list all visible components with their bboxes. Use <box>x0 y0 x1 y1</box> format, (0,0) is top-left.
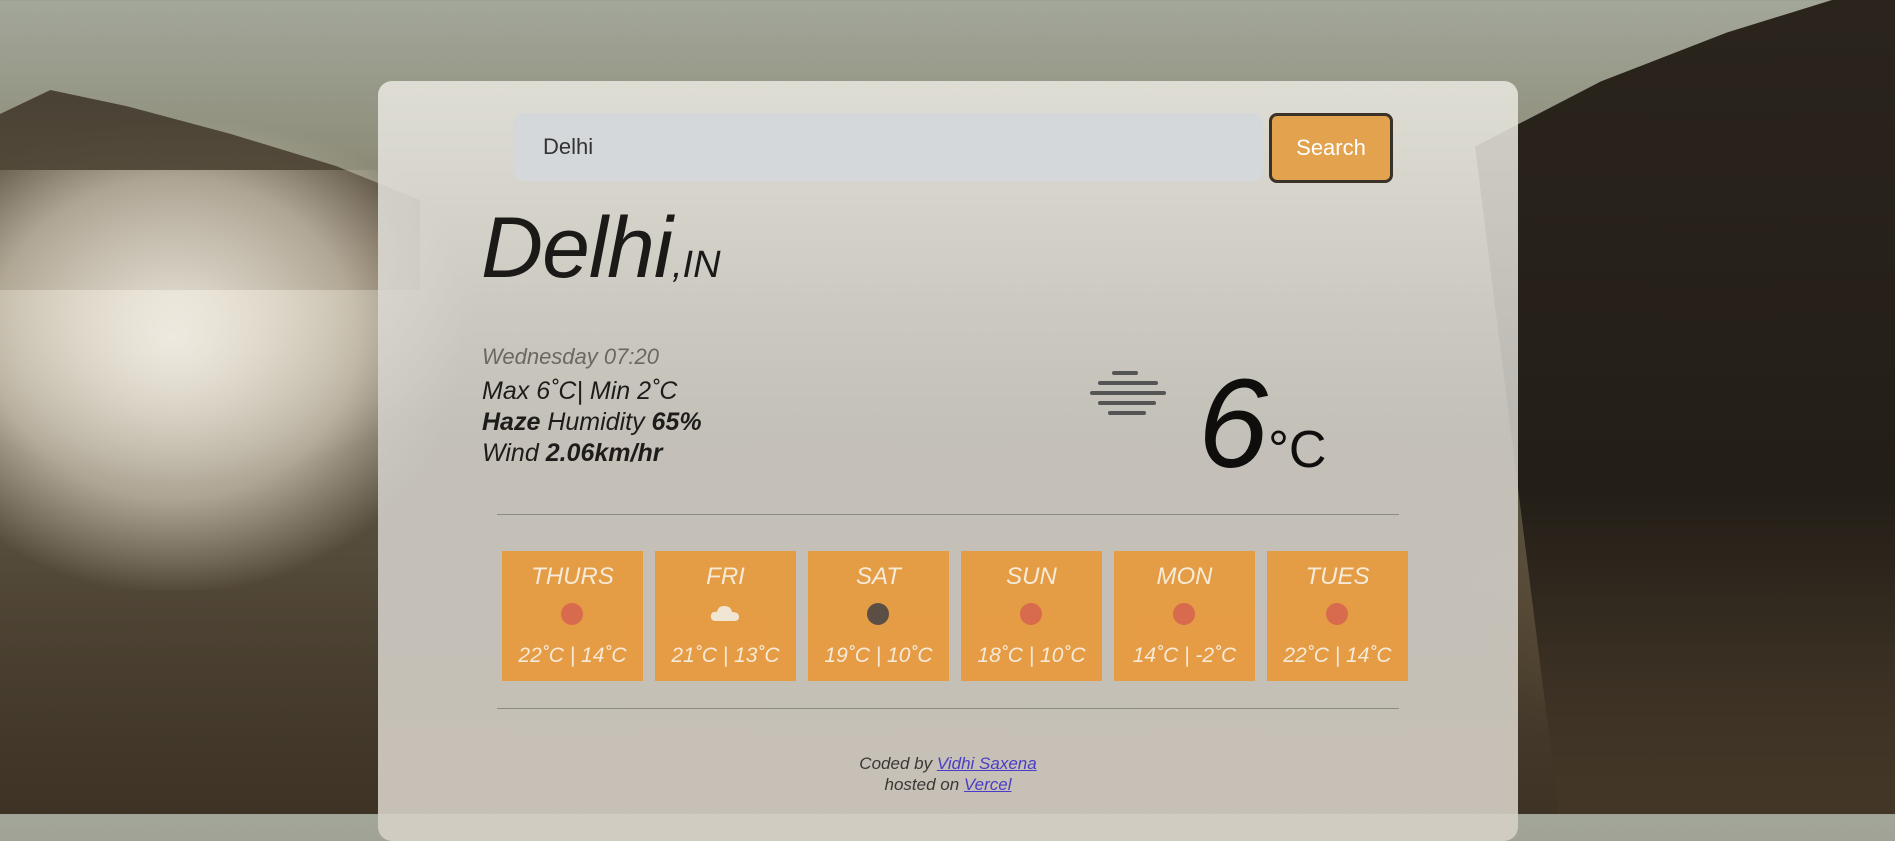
temperature-value: 6 <box>1198 353 1269 494</box>
forecast-card: TUES 22˚C | 14˚C <box>1267 551 1408 681</box>
city-name: Delhi <box>481 200 673 296</box>
author-link[interactable]: Vidhi Saxena <box>937 754 1037 773</box>
moon-icon <box>867 603 889 625</box>
divider <box>497 514 1399 515</box>
forecast-day: THURS <box>531 563 614 590</box>
temp-range: Max 6˚C| Min 2˚C <box>482 376 702 407</box>
forecast-temps: 19˚C | 10˚C <box>824 644 933 667</box>
forecast-day: TUES <box>1305 563 1370 590</box>
hosted-on-label: hosted on <box>884 775 960 794</box>
coded-by-label: Coded by <box>859 754 933 773</box>
forecast-temps: 14˚C | -2˚C <box>1132 644 1237 667</box>
cloud-icon <box>710 603 740 623</box>
humidity-label: Humidity <box>547 408 645 436</box>
max-value: 6˚C| <box>536 377 583 405</box>
hosting-line: hosted on Vercel <box>378 774 1518 795</box>
weather-details: Wednesday 07:20 Max 6˚C| Min 2˚C Haze Hu… <box>482 344 702 469</box>
host-link[interactable]: Vercel <box>964 775 1012 794</box>
forecast-day: SAT <box>856 563 901 590</box>
location-heading: Delhi,IN <box>481 199 721 298</box>
search-button[interactable]: Search <box>1269 113 1393 183</box>
forecast-temps: 22˚C | 14˚C <box>518 644 627 667</box>
wind-label: Wind <box>482 439 539 467</box>
country-code: ,IN <box>671 244 721 286</box>
date-time: Wednesday 07:20 <box>482 344 659 369</box>
sun-icon <box>1326 603 1348 625</box>
footer: Coded by Vidhi Saxena hosted on Vercel <box>378 753 1518 795</box>
sun-icon <box>1020 603 1042 625</box>
forecast-temps: 21˚C | 13˚C <box>671 644 780 667</box>
sun-icon <box>561 603 583 625</box>
credit-line: Coded by Vidhi Saxena <box>378 753 1518 774</box>
forecast-day: FRI <box>706 563 745 590</box>
forecast-card: SUN 18˚C | 10˚C <box>961 551 1102 681</box>
humidity-value: 65% <box>651 408 702 436</box>
forecast-temps: 18˚C | 10˚C <box>977 644 1086 667</box>
forecast-temps: 22˚C | 14˚C <box>1283 644 1392 667</box>
forecast-card: MON 14˚C | -2˚C <box>1114 551 1255 681</box>
condition-text: Haze <box>482 408 541 436</box>
condition-humidity: Haze Humidity 65% <box>482 407 702 438</box>
search-input[interactable] <box>513 113 1263 181</box>
haze-icon <box>1090 371 1170 425</box>
wind-line: Wind 2.06km/hr <box>482 438 702 469</box>
forecast-day: SUN <box>1006 563 1057 590</box>
forecast-day: MON <box>1156 563 1213 590</box>
min-label: Min <box>589 377 631 405</box>
current-temperature: 6°C <box>1198 351 1326 496</box>
divider <box>497 708 1399 709</box>
weather-card: Search Delhi,IN Wednesday 07:20 Max 6˚C|… <box>378 81 1518 841</box>
wind-value: 2.06km/hr <box>545 439 663 467</box>
max-label: Max <box>482 377 530 405</box>
sun-icon <box>1173 603 1195 625</box>
forecast-card: THURS 22˚C | 14˚C <box>502 551 643 681</box>
forecast-card: FRI 21˚C | 13˚C <box>655 551 796 681</box>
temperature-unit: °C <box>1268 421 1327 479</box>
forecast-card: SAT 19˚C | 10˚C <box>808 551 949 681</box>
min-value: 2˚C <box>637 377 678 405</box>
